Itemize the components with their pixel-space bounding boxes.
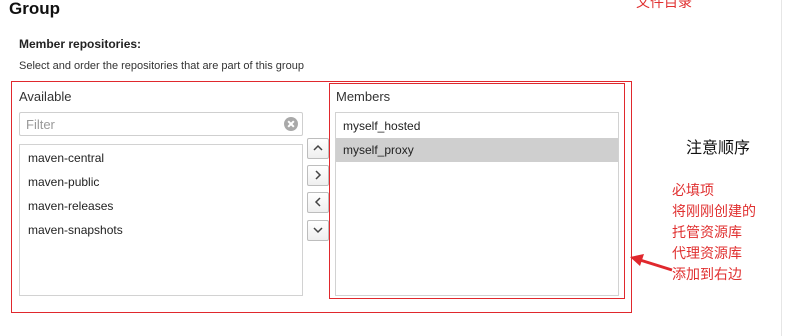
members-list[interactable]: myself_hosted myself_proxy — [335, 112, 619, 296]
chevron-up-icon — [313, 144, 323, 151]
required-note-line: 代理资源库 — [672, 245, 742, 261]
annotation-arrow-icon — [630, 254, 673, 272]
list-item[interactable]: myself_hosted — [336, 114, 618, 138]
required-note-line: 将刚刚创建的 — [672, 203, 756, 219]
required-note: 必填项 将刚刚创建的 托管资源库 代理资源库 添加到右边 — [672, 180, 756, 285]
list-item-selected[interactable]: myself_proxy — [336, 138, 618, 162]
move-up-button[interactable] — [307, 138, 329, 159]
move-down-button[interactable] — [307, 220, 329, 241]
list-item[interactable]: maven-central — [20, 146, 302, 170]
required-note-line: 必填项 — [672, 182, 714, 198]
available-list[interactable]: maven-central maven-public maven-release… — [19, 144, 303, 296]
required-note-line: 添加到右边 — [672, 266, 742, 282]
filter-box — [19, 112, 303, 136]
required-note-line: 托管资源库 — [672, 224, 742, 240]
chevron-left-icon — [314, 197, 321, 207]
list-item[interactable]: maven-public — [20, 170, 302, 194]
add-to-members-button[interactable] — [307, 165, 329, 186]
member-repositories-help: Select and order the repositories that a… — [19, 60, 304, 72]
list-item[interactable]: maven-releases — [20, 194, 302, 218]
list-item[interactable]: maven-snapshots — [20, 218, 302, 242]
member-repositories-label: Member repositories: — [19, 37, 142, 51]
filter-input[interactable] — [26, 116, 276, 132]
section-title: Group — [9, 0, 60, 18]
members-title: Members — [336, 89, 391, 104]
panel-edge-divider — [781, 0, 782, 336]
repository-group-form: Group 文件目录 Member repositories: Select a… — [0, 0, 795, 336]
chevron-down-icon — [313, 227, 323, 234]
available-title: Available — [19, 89, 72, 104]
clear-icon[interactable] — [284, 117, 298, 131]
order-note: 注意顺序 — [686, 140, 751, 157]
annotation-top: 文件目录 — [636, 0, 692, 10]
remove-from-members-button[interactable] — [307, 192, 329, 213]
chevron-right-icon — [315, 170, 322, 180]
